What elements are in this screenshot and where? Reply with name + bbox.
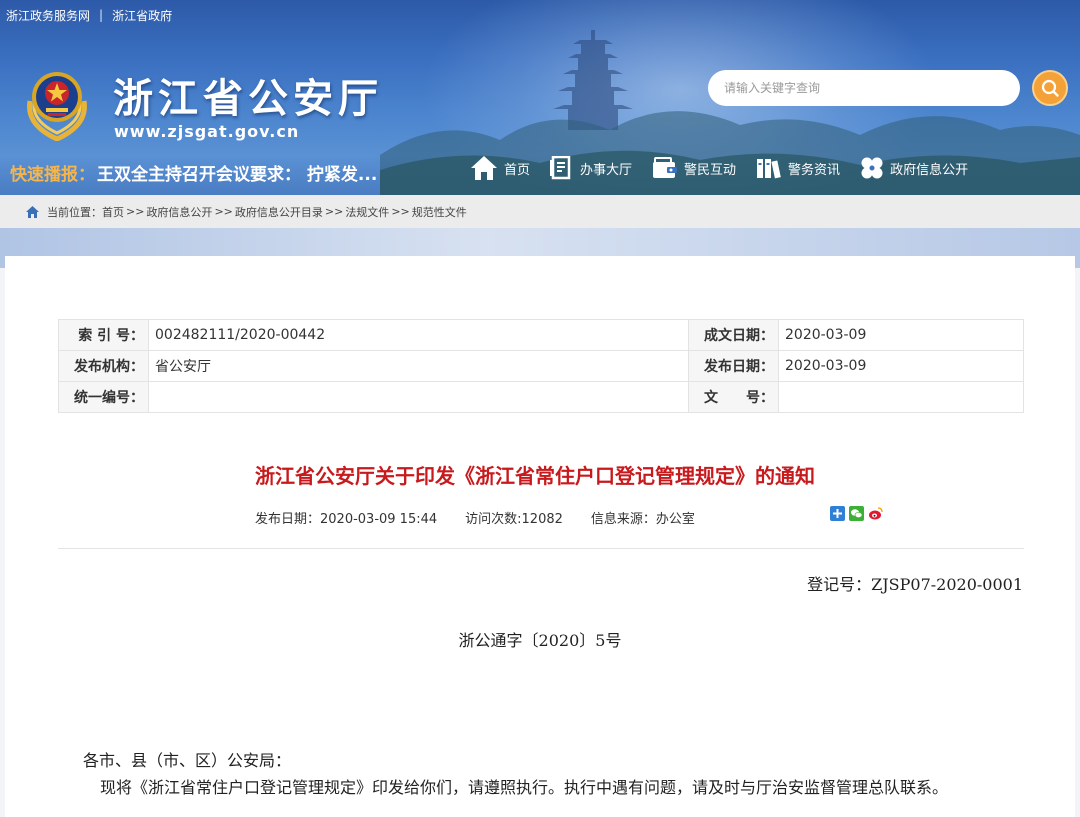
breadcrumb-item-home[interactable]: 首页 xyxy=(102,204,124,220)
nav-item-gov-info[interactable]: 政府信息公开 xyxy=(860,156,968,180)
created-date-label: 成文日期： xyxy=(688,319,779,351)
unified-code-value xyxy=(148,381,689,413)
document-info: 发布日期：2020-03-09 15:44 访问次数:12082 信息来源：办公… xyxy=(255,508,723,527)
home-icon xyxy=(471,156,497,180)
registration-number: 登记号：ZJSP07-2020-0001 xyxy=(807,575,1023,594)
article-panel: 索 引 号： 002482111/2020-00442 成文日期： 2020-0… xyxy=(5,256,1075,817)
breadcrumb-item-regulations[interactable]: 法规文件 xyxy=(345,204,389,220)
site-url: www.zjsgat.gov.cn xyxy=(114,122,300,141)
zj-gov-service-link[interactable]: 浙江政务服务网 xyxy=(6,7,90,24)
breadcrumb-separator: >> xyxy=(391,205,410,218)
nav-label-police-news: 警务资讯 xyxy=(788,162,841,178)
doc-number-value xyxy=(778,381,1024,413)
search-icon xyxy=(1041,79,1059,97)
pub-date-value: 2020-03-09 xyxy=(778,350,1024,382)
share-plus-icon[interactable] xyxy=(830,506,845,521)
visit-count: 访问次数:12082 xyxy=(465,512,563,527)
breadcrumb-separator: >> xyxy=(214,205,233,218)
clover-icon xyxy=(861,157,883,179)
document-icon xyxy=(550,156,571,180)
share-buttons xyxy=(830,506,887,521)
wallet-icon xyxy=(653,157,678,178)
document-title: 浙江省公安厅关于印发《浙江省常住户口登记管理规定》的通知 xyxy=(255,464,815,488)
nav-item-police-news[interactable]: 警务资讯 xyxy=(756,157,840,179)
books-icon xyxy=(757,159,781,179)
table-row: 统一编号： 文 号： xyxy=(58,381,1024,413)
index-value: 002482111/2020-00442 xyxy=(148,319,689,351)
home-icon xyxy=(26,205,39,218)
zj-gov-link[interactable]: 浙江省政府 xyxy=(112,7,172,24)
topbar-separator: | xyxy=(99,8,104,22)
site-title: 浙江省公安厅 xyxy=(113,76,383,122)
nav-label-gov-info: 政府信息公开 xyxy=(890,162,969,178)
created-date-value: 2020-03-09 xyxy=(778,319,1024,351)
document-number: 浙公通字〔2020〕5号 xyxy=(458,631,622,650)
doc-number-label: 文 号： xyxy=(688,381,779,413)
nav-item-service-hall[interactable]: 办事大厅 xyxy=(550,156,632,180)
table-row: 发布机构： 省公安厅 发布日期： 2020-03-09 xyxy=(58,350,1024,382)
publish-time: 发布日期：2020-03-09 15:44 xyxy=(255,512,438,527)
nav-item-home[interactable]: 首页 xyxy=(470,155,530,181)
top-links-bar: 浙江政务服务网 | 浙江省政府 xyxy=(0,0,1080,30)
nav-label-service-hall: 办事大厅 xyxy=(580,162,633,178)
org-label: 发布机构： xyxy=(58,350,149,382)
breadcrumb-item-normative[interactable]: 规范性文件 xyxy=(412,204,467,220)
table-row: 索 引 号： 002482111/2020-00442 成文日期： 2020-0… xyxy=(58,319,1024,351)
breadcrumb: 当前位置： 首页 >> 政府信息公开 >> 政府信息公开目录 >> 法规文件 >… xyxy=(0,195,1080,228)
search-input[interactable] xyxy=(708,70,1020,106)
site-header: 浙江政务服务网 | 浙江省政府 浙江省公安厅 www.zjsgat.gov.cn… xyxy=(0,0,1080,195)
pub-date-label: 发布日期： xyxy=(688,350,779,382)
weibo-icon[interactable] xyxy=(868,506,883,521)
body-paragraph: 现将《浙江省常住户口登记管理规定》印发给你们，请遵照执行。执行中遇有问题，请及时… xyxy=(100,778,949,797)
breadcrumb-separator: >> xyxy=(324,205,344,218)
wechat-icon[interactable] xyxy=(849,506,864,521)
document-meta-table: 索 引 号： 002482111/2020-00442 成文日期： 2020-0… xyxy=(58,319,1024,413)
breadcrumb-item-catalog[interactable]: 政府信息公开目录 xyxy=(235,204,323,220)
index-label: 索 引 号： xyxy=(58,319,149,351)
divider xyxy=(58,548,1024,549)
nav-label-interaction: 警民互动 xyxy=(684,162,737,178)
nav-item-interaction[interactable]: 警民互动 xyxy=(652,157,736,179)
breadcrumb-prefix: 当前位置： xyxy=(47,205,102,219)
breadcrumb-item-gov-info[interactable]: 政府信息公开 xyxy=(146,204,212,220)
quick-news-label: 快速播报： xyxy=(10,165,95,185)
salutation: 各市、县（市、区）公安局： xyxy=(83,751,292,770)
quick-news-headline[interactable]: 王双全主持召开会议要求： 拧紧发... xyxy=(97,160,377,185)
nav-label-home: 首页 xyxy=(504,162,531,178)
breadcrumb-separator: >> xyxy=(126,205,145,218)
org-value: 省公安厅 xyxy=(148,350,689,382)
info-source: 信息来源：办公室 xyxy=(590,512,695,527)
quick-news-ticker: 快速播报： 王双全主持召开会议要求： 拧紧发... xyxy=(10,160,377,185)
search-button[interactable] xyxy=(1032,70,1068,106)
unified-code-label: 统一编号： xyxy=(58,381,149,413)
police-emblem-icon xyxy=(27,72,87,141)
main-nav: 首页 办事大厅 警民互动 警务资讯 政府信息公开 xyxy=(470,150,988,186)
